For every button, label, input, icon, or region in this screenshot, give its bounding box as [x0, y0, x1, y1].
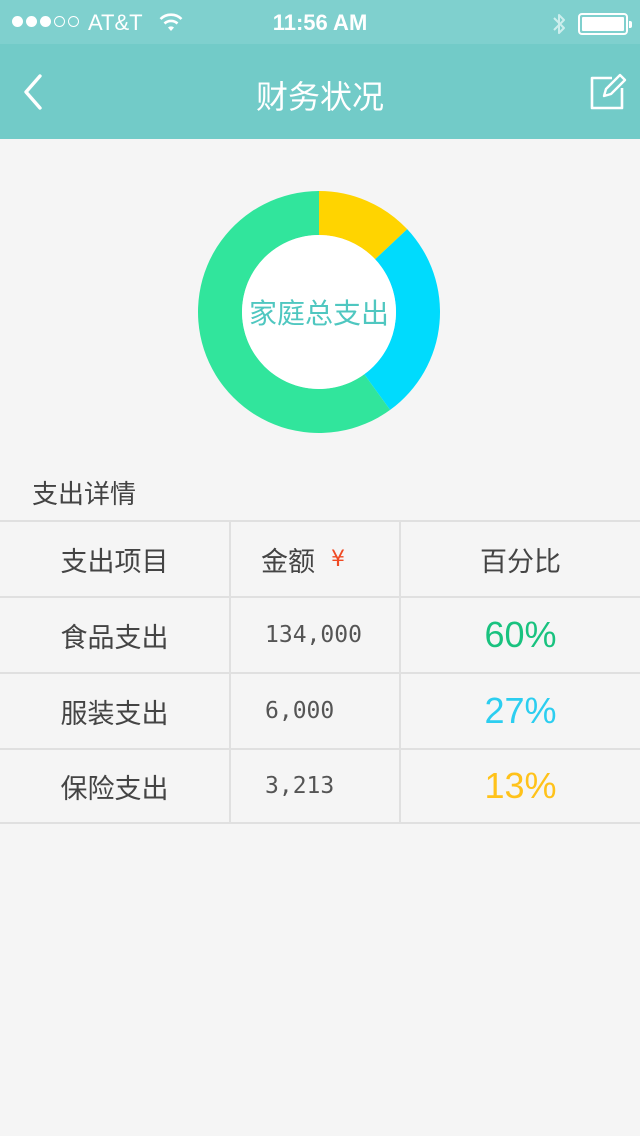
row-percent: 13% [484, 765, 557, 806]
page-title: 财务状况 [255, 78, 384, 116]
row-percent: 27% [484, 690, 557, 731]
expense-donut-chart: 家庭总支出 [197, 191, 440, 433]
edit-icon[interactable] [588, 72, 628, 112]
row-item: 服装支出 [0, 674, 231, 748]
header-amount-label: 金额 [261, 546, 315, 578]
row-amount: 134,000 [231, 598, 401, 672]
battery-icon [578, 13, 632, 35]
details-section-title: 支出详情 [32, 480, 137, 510]
row-amount: 6,000 [231, 674, 401, 748]
status-bar: AT&T 11:56 AM [0, 0, 640, 44]
row-item: 食品支出 [0, 598, 231, 672]
row-item: 保险支出 [0, 750, 231, 822]
expense-table: 支出项目 金额 ¥ 百分比 食品支出 134,000 60% 服装支出 6,00… [0, 520, 640, 824]
header-percent: 百分比 [480, 546, 561, 578]
bluetooth-icon [553, 14, 565, 34]
nav-bar: 财务状况 [0, 44, 640, 139]
table-header-row: 支出项目 金额 ¥ 百分比 [0, 520, 640, 596]
donut-center-label: 家庭总支出 [248, 297, 389, 330]
status-time: 11:56 AM [272, 10, 368, 35]
table-row: 保险支出 3,213 13% [0, 748, 640, 824]
table-row: 食品支出 134,000 60% [0, 596, 640, 672]
currency-symbol: ¥ [331, 546, 345, 572]
row-percent: 60% [484, 614, 557, 655]
header-amount: 金额 ¥ [231, 522, 401, 596]
table-row: 服装支出 6,000 27% [0, 672, 640, 748]
row-amount: 3,213 [231, 750, 401, 822]
header-item: 支出项目 [0, 522, 231, 596]
